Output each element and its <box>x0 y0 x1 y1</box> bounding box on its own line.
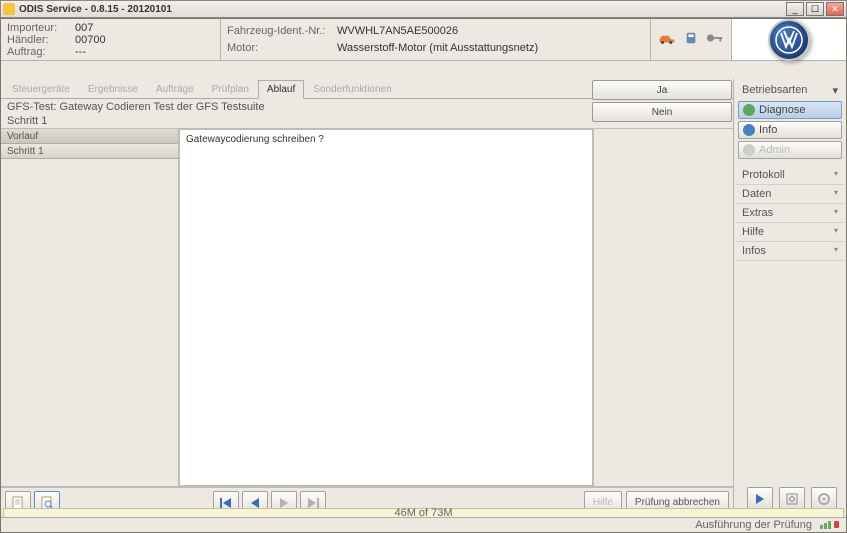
sidebar-infos[interactable]: Infos▾ <box>736 242 844 261</box>
content: Steuergeräte Ergebnisse Aufträge Prüfpla… <box>1 79 846 517</box>
yes-button[interactable]: Ja <box>592 80 732 100</box>
tab-ergebnisse[interactable]: Ergebnisse <box>79 80 147 98</box>
header-icons <box>651 19 731 60</box>
vw-logo-icon <box>768 19 810 61</box>
mid-split: Vorlauf Schritt 1 Gatewaycodierung schre… <box>1 129 733 487</box>
tab-pruefplan[interactable]: Prüfplan <box>203 80 258 98</box>
maximize-button[interactable]: ☐ <box>806 2 824 16</box>
header: Importeur:007 Händler:00700 Auftrag:--- … <box>1 19 846 61</box>
steps-header: Vorlauf <box>1 129 178 144</box>
importer-value: 007 <box>75 22 93 34</box>
sidebar-admin[interactable]: Admin <box>738 141 842 159</box>
vin-value: WVWHL7AN5AE500026 <box>337 25 458 37</box>
right-gap <box>593 129 733 486</box>
importer-label: Importeur: <box>7 22 75 34</box>
window-titlebar: ODIS Service - 0.8.15 - 20120101 _ ☐ ✕ <box>0 0 847 18</box>
header-col-vehicle: Fahrzeug-Ident.-Nr.:WVWHL7AN5AE500026 Mo… <box>221 19 651 60</box>
message-pane: Gatewaycodierung schreiben ? <box>179 129 733 486</box>
brand-logo-wrap <box>731 19 846 60</box>
sidebar-diagnose[interactable]: Diagnose <box>738 101 842 119</box>
dealer-label: Händler: <box>7 34 75 46</box>
minimize-button[interactable]: _ <box>786 2 804 16</box>
diagnose-icon <box>743 104 755 116</box>
sidebar-modes-title: Betriebsarten▾ <box>736 81 844 100</box>
message-text: Gatewaycodierung schreiben ? <box>179 129 593 486</box>
status-text: Ausführung der Prüfung <box>695 519 812 531</box>
admin-icon <box>743 144 755 156</box>
engine-value: Wasserstoff-Motor (mit Ausstattungsnetz) <box>337 42 538 54</box>
no-button[interactable]: Nein <box>592 102 732 122</box>
key-icon[interactable] <box>706 31 724 48</box>
info-icon <box>743 124 755 136</box>
window-title: ODIS Service - 0.8.15 - 20120101 <box>19 4 784 15</box>
connector-icon[interactable] <box>682 31 700 48</box>
status-signal-icon <box>820 519 840 532</box>
close-button[interactable]: ✕ <box>826 2 844 16</box>
sidebar-info[interactable]: Info <box>738 121 842 139</box>
sidebar-sections: Protokoll▾ Daten▾ Extras▾ Hilfe▾ Infos▾ <box>736 166 844 261</box>
header-col-dealer: Importeur:007 Händler:00700 Auftrag:--- <box>1 19 221 60</box>
status-bar: Ausführung der Prüfung <box>1 517 846 532</box>
order-label: Auftrag: <box>7 46 75 58</box>
vin-label: Fahrzeug-Ident.-Nr.: <box>227 25 337 37</box>
step-item-1[interactable]: Schritt 1 <box>1 144 178 159</box>
tab-steuergeraete[interactable]: Steuergeräte <box>3 80 79 98</box>
sidebar-extras[interactable]: Extras▾ <box>736 204 844 223</box>
tab-auftraege[interactable]: Aufträge <box>147 80 203 98</box>
dealer-value: 00700 <box>75 34 106 46</box>
sidebar-protokoll[interactable]: Protokoll▾ <box>736 166 844 185</box>
yes-no-panel: Ja Nein <box>592 80 732 124</box>
steps-panel: Vorlauf Schritt 1 <box>1 129 179 486</box>
sidebar: Betriebsarten▾ Diagnose Info Admin Proto… <box>734 79 846 517</box>
engine-label: Motor: <box>227 42 337 54</box>
sidebar-hilfe[interactable]: Hilfe▾ <box>736 223 844 242</box>
tab-sonderfunktionen[interactable]: Sonderfunktionen <box>304 80 400 98</box>
left-pane: Steuergeräte Ergebnisse Aufträge Prüfpla… <box>1 79 734 517</box>
order-value: --- <box>75 46 86 58</box>
app-icon <box>3 3 15 15</box>
sidebar-daten[interactable]: Daten▾ <box>736 185 844 204</box>
car-icon[interactable] <box>658 31 676 48</box>
tab-ablauf[interactable]: Ablauf <box>258 80 304 99</box>
